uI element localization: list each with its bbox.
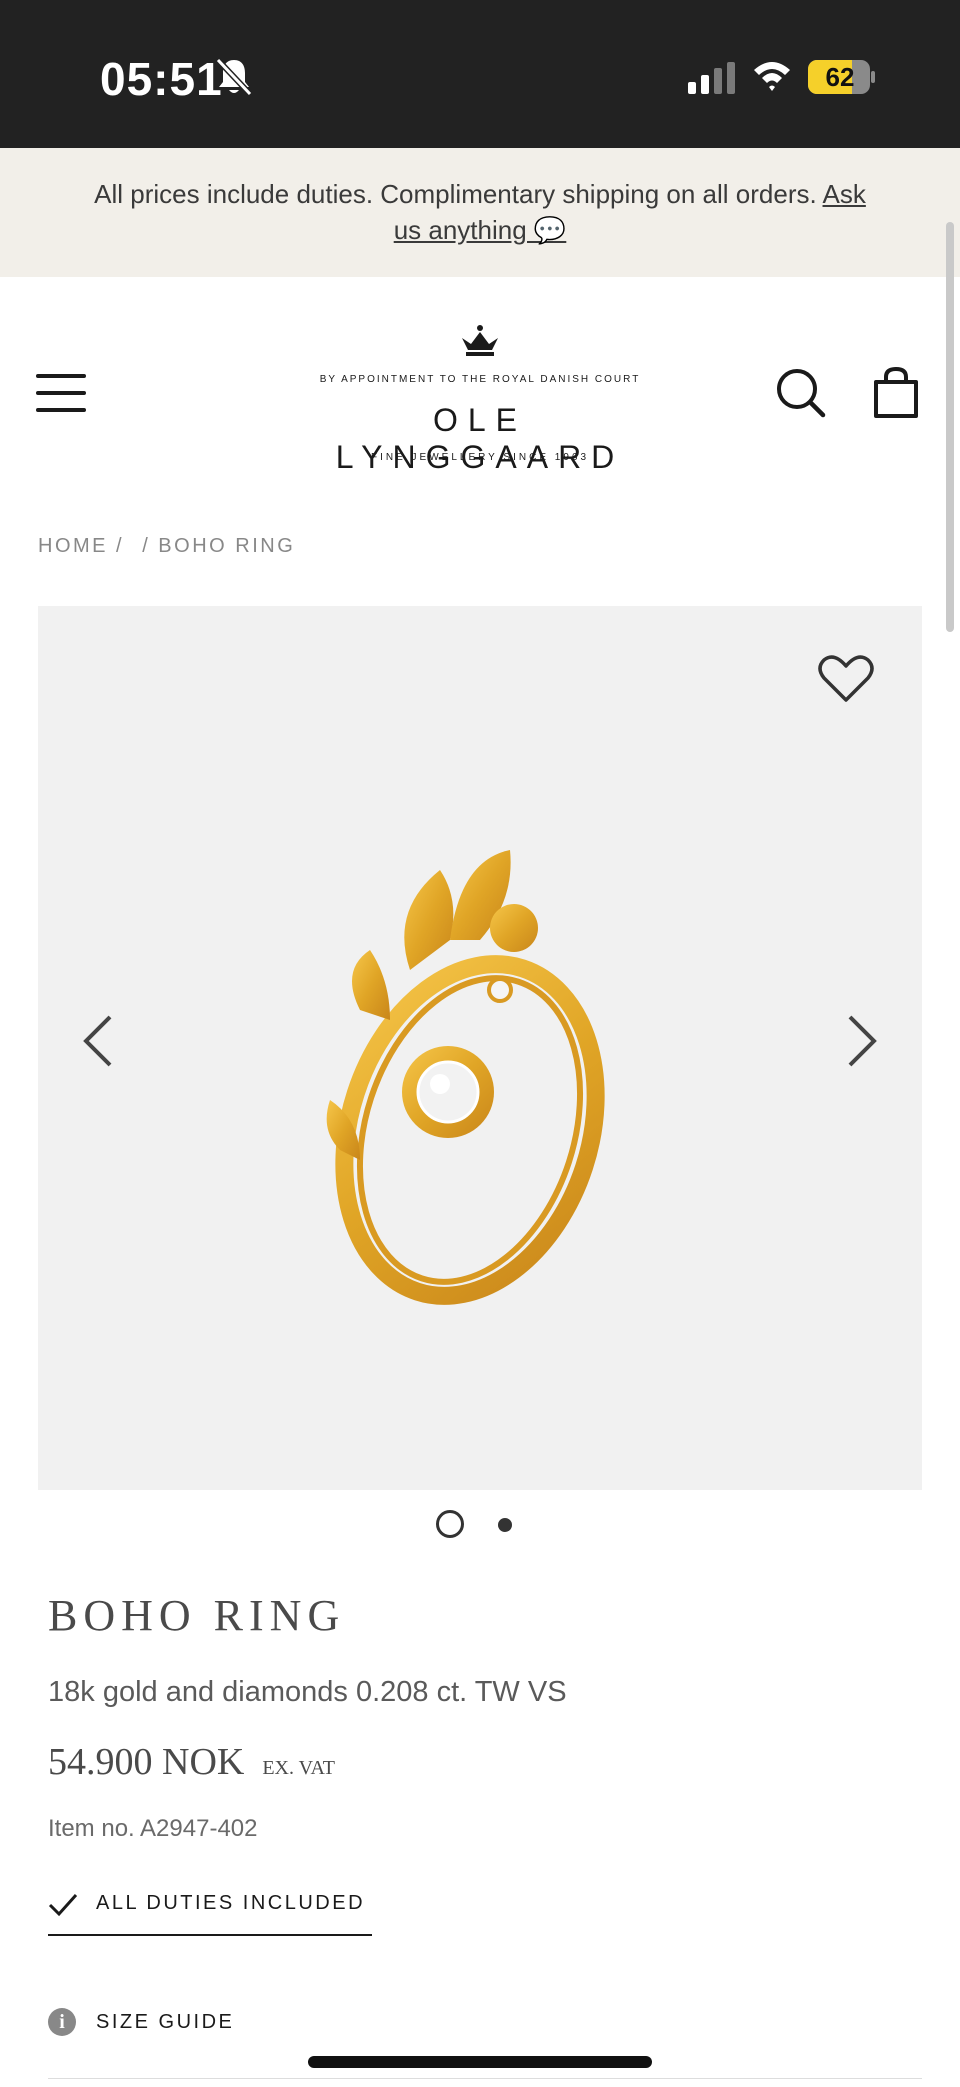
scrollbar[interactable] — [946, 222, 954, 632]
item-number: Item no. A2947-402 — [48, 1815, 258, 1842]
announcement-message: All prices include duties. Complimentary… — [94, 179, 817, 209]
duties-label: ALL DUTIES INCLUDED — [96, 1892, 366, 1914]
search-icon[interactable] — [776, 368, 826, 418]
logo-tagline-top: BY APPOINTMENT TO THE ROYAL DANISH COURT — [319, 374, 641, 385]
logo-wordmark: OLE LYNGGAARD — [335, 402, 625, 475]
size-guide-button[interactable]: SIZE GUIDE — [96, 2011, 234, 2034]
divider — [48, 2078, 922, 2079]
gallery-dot-active[interactable] — [436, 1510, 464, 1538]
breadcrumb-current: / BOHO RING — [142, 535, 296, 557]
chevron-left-icon[interactable] — [80, 1014, 116, 1068]
menu-icon[interactable] — [36, 372, 88, 414]
chevron-right-icon[interactable] — [844, 1014, 880, 1068]
product-title: BOHO RING — [48, 1591, 346, 1640]
bag-icon[interactable] — [872, 366, 920, 420]
breadcrumb-home[interactable]: HOME / — [38, 535, 124, 557]
heart-icon[interactable] — [818, 654, 874, 704]
product-price: 54.900 NOK — [48, 1741, 245, 1783]
announcement-text: All prices include duties. Complimentary… — [80, 176, 880, 248]
bell-slash-icon — [215, 57, 253, 97]
breadcrumb: HOME / / BOHO RING — [38, 535, 305, 558]
home-indicator[interactable] — [308, 2056, 652, 2068]
product-subtitle: 18k gold and diamonds 0.208 ct. TW VS — [48, 1676, 567, 1708]
check-icon — [48, 1893, 78, 1917]
battery-level: 62 — [825, 62, 855, 92]
logo-tagline-bottom: FINE JEWELLERY SINCE 1963 — [370, 452, 590, 463]
gallery-dot[interactable] — [498, 1518, 512, 1532]
product-image — [326, 850, 605, 1305]
wifi-icon — [754, 62, 790, 91]
crown-icon — [462, 325, 498, 356]
vat-note: EX. VAT — [262, 1757, 335, 1779]
price-block: 54.900 NOK EX. VAT — [48, 1740, 335, 1784]
status-time: 05:51 — [100, 53, 223, 105]
signal-icon — [688, 62, 735, 94]
info-icon: i — [48, 2008, 76, 2036]
